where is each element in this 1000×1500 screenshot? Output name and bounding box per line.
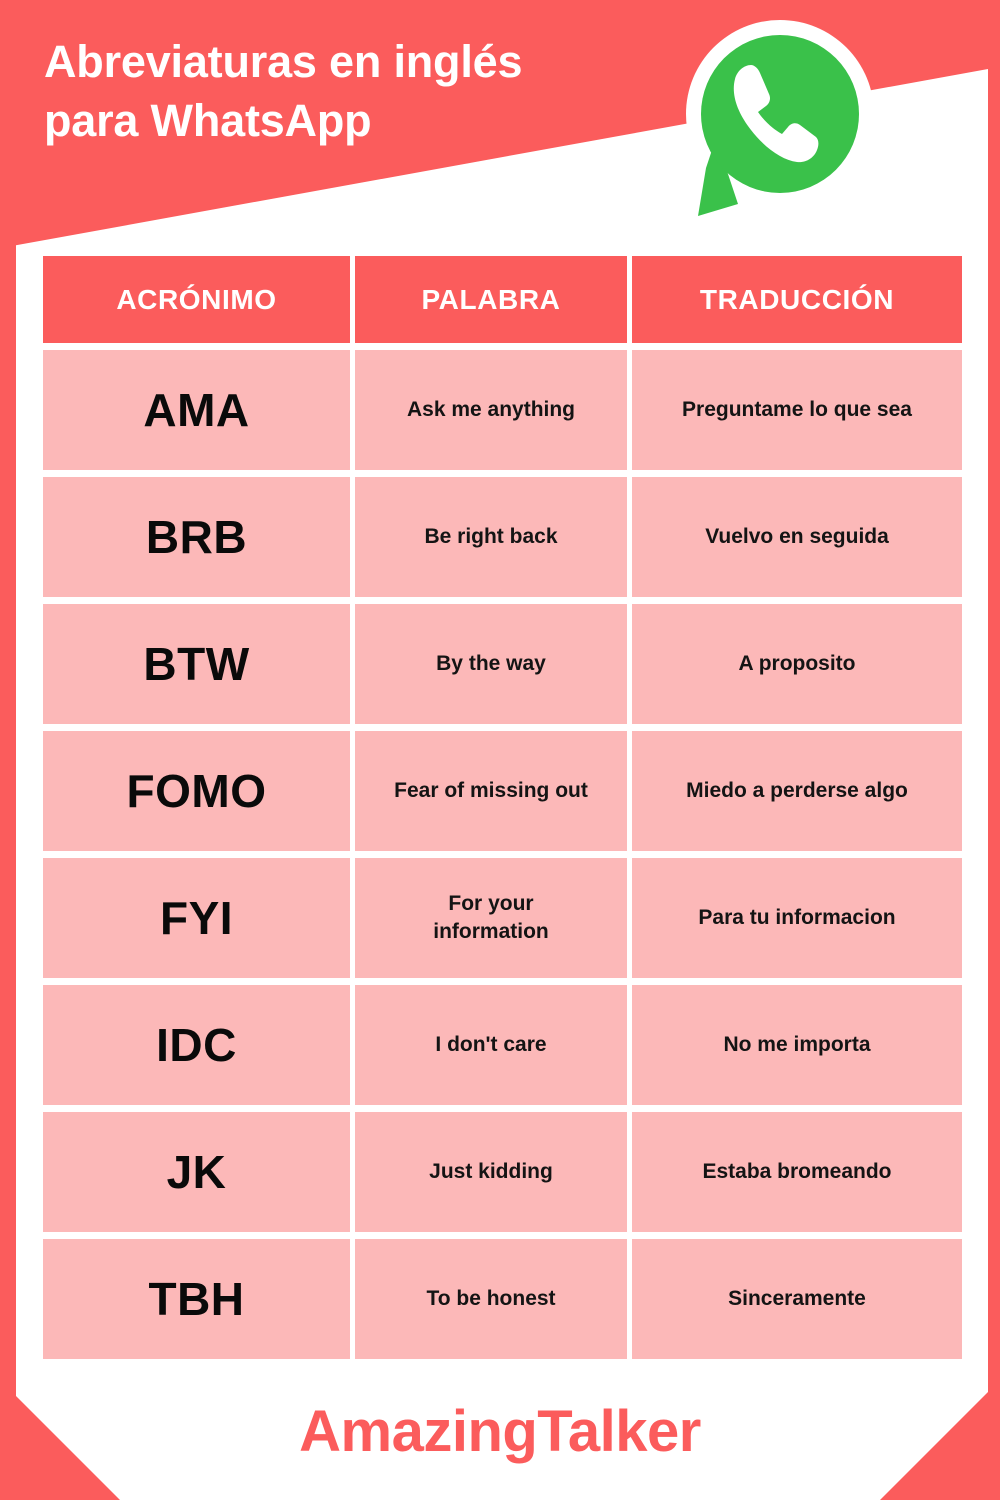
brand-logo-text: AmazingTalker bbox=[299, 1399, 701, 1464]
abbreviations-table: ACRÓNIMO PALABRA TRADUCCIÓN AMA Ask me a… bbox=[43, 256, 962, 1366]
cell-word: By the way bbox=[355, 604, 627, 724]
cell-translation: Estaba bromeando bbox=[632, 1112, 962, 1232]
cell-translation: Preguntame lo que sea bbox=[632, 350, 962, 470]
column-header-word: PALABRA bbox=[355, 256, 627, 343]
cell-acronym: BTW bbox=[43, 604, 350, 724]
table-row: IDC I don't care No me importa bbox=[43, 985, 962, 1105]
cell-acronym: BRB bbox=[43, 477, 350, 597]
cell-word: Ask me anything bbox=[355, 350, 627, 470]
table-row: AMA Ask me anything Preguntame lo que se… bbox=[43, 350, 962, 470]
cell-translation: Vuelvo en seguida bbox=[632, 477, 962, 597]
table-header-row: ACRÓNIMO PALABRA TRADUCCIÓN bbox=[43, 256, 962, 343]
cell-acronym: JK bbox=[43, 1112, 350, 1232]
infographic-poster: Abreviaturas en inglés para WhatsApp ACR… bbox=[0, 0, 1000, 1500]
table-row: BRB Be right back Vuelvo en seguida bbox=[43, 477, 962, 597]
page-title: Abreviaturas en inglés para WhatsApp bbox=[44, 36, 523, 147]
cell-acronym: IDC bbox=[43, 985, 350, 1105]
cell-translation: No me importa bbox=[632, 985, 962, 1105]
cell-translation: Para tu informacion bbox=[632, 858, 962, 978]
cell-word: For your information bbox=[355, 858, 627, 978]
table-row: TBH To be honest Sinceramente bbox=[43, 1239, 962, 1359]
cell-acronym: FOMO bbox=[43, 731, 350, 851]
table-row: FYI For your information Para tu informa… bbox=[43, 858, 962, 978]
cell-word: Just kidding bbox=[355, 1112, 627, 1232]
whatsapp-logo-icon bbox=[676, 18, 876, 226]
table-row: FOMO Fear of missing out Miedo a perders… bbox=[43, 731, 962, 851]
table-row: BTW By the way A proposito bbox=[43, 604, 962, 724]
cell-acronym: TBH bbox=[43, 1239, 350, 1359]
cell-word: I don't care bbox=[355, 985, 627, 1105]
cell-word: To be honest bbox=[355, 1239, 627, 1359]
cell-acronym: FYI bbox=[43, 858, 350, 978]
cell-word: Be right back bbox=[355, 477, 627, 597]
cell-acronym: AMA bbox=[43, 350, 350, 470]
table-row: JK Just kidding Estaba bromeando bbox=[43, 1112, 962, 1232]
column-header-translation: TRADUCCIÓN bbox=[632, 256, 962, 343]
column-header-acronym: ACRÓNIMO bbox=[43, 256, 350, 343]
cell-translation: A proposito bbox=[632, 604, 962, 724]
cell-translation: Sinceramente bbox=[632, 1239, 962, 1359]
cell-translation: Miedo a perderse algo bbox=[632, 731, 962, 851]
cell-word: Fear of missing out bbox=[355, 731, 627, 851]
